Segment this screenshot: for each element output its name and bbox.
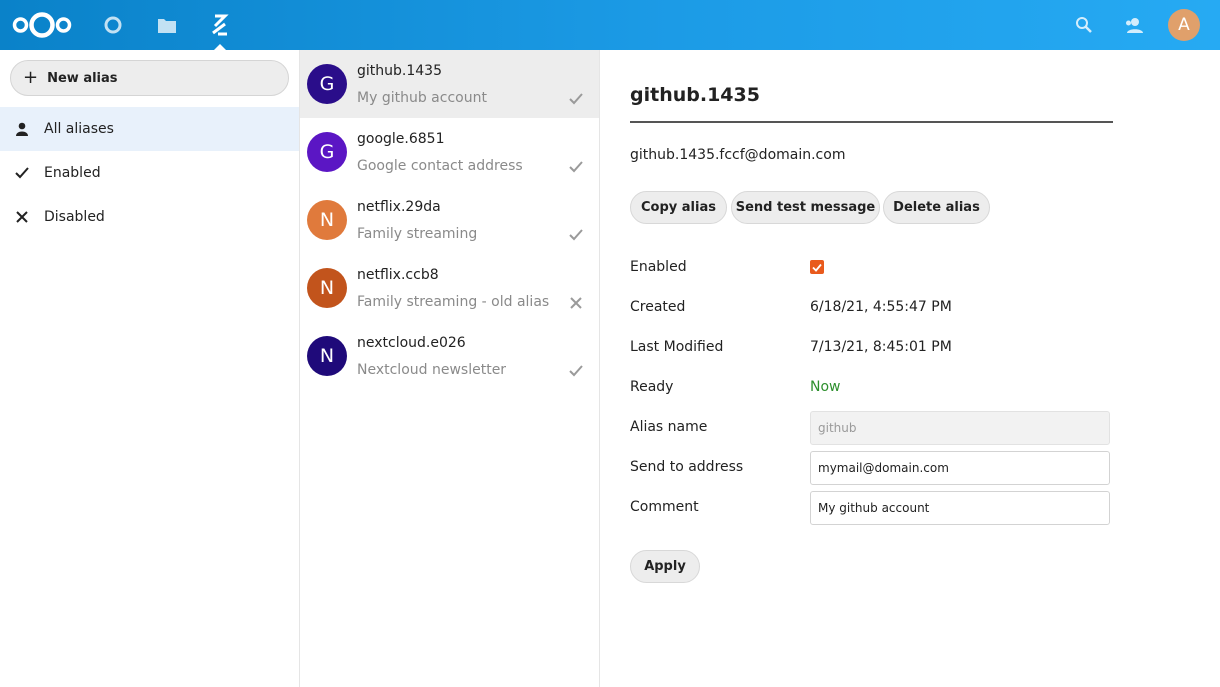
list-item[interactable]: N nextcloud.e026 Nextcloud newsletter	[300, 322, 599, 390]
send-test-message-button[interactable]: Send test message	[731, 191, 880, 224]
copy-alias-button[interactable]: Copy alias	[630, 191, 727, 224]
send-to-field[interactable]	[810, 451, 1110, 485]
check-icon	[0, 167, 44, 179]
alias-comment: My github account	[357, 90, 487, 106]
user-avatar[interactable]: A	[1168, 9, 1200, 41]
comment-field[interactable]	[810, 491, 1110, 525]
enabled-label: Enabled	[630, 259, 687, 275]
last-modified-label: Last Modified	[630, 339, 724, 355]
title-divider	[630, 121, 1113, 123]
check-icon	[568, 91, 584, 107]
search-icon[interactable]	[1071, 12, 1097, 38]
plus-icon: +	[23, 67, 39, 88]
avatar: N	[307, 336, 347, 376]
list-item[interactable]: N netflix.ccb8 Family streaming - old al…	[300, 254, 599, 322]
dashboard-icon[interactable]	[100, 12, 126, 38]
sidebar-item-all-aliases[interactable]: All aliases	[0, 107, 299, 151]
sidebar-item-label: Disabled	[44, 209, 105, 225]
app-header: A	[0, 0, 1220, 50]
check-icon	[568, 227, 584, 243]
check-icon	[568, 363, 584, 379]
avatar: G	[307, 132, 347, 172]
alias-name-label: Alias name	[630, 419, 708, 435]
alias-details: github.1435 github.1435.fccf@domain.com …	[600, 50, 1220, 687]
alias-name: github.1435	[357, 63, 442, 79]
aliases-app-icon[interactable]	[207, 12, 233, 38]
sidebar-item-label: Enabled	[44, 165, 101, 181]
apply-button[interactable]: Apply	[630, 550, 700, 583]
alias-comment: Family streaming - old alias	[357, 294, 550, 310]
sidebar-item-disabled[interactable]: Disabled	[0, 195, 299, 239]
user-icon	[0, 122, 44, 136]
alias-name: netflix.ccb8	[357, 267, 439, 283]
sidebar-item-label: All aliases	[44, 121, 114, 137]
delete-alias-button[interactable]: Delete alias	[883, 191, 990, 224]
new-alias-label: New alias	[47, 70, 118, 86]
created-value: 6/18/21, 4:55:47 PM	[810, 299, 952, 315]
nextcloud-logo-icon[interactable]	[11, 10, 73, 40]
alias-comment: Nextcloud newsletter	[357, 362, 507, 378]
app-navigation: + New alias All aliases Enabled Disabled	[0, 50, 300, 687]
enabled-checkbox[interactable]	[810, 260, 824, 274]
alias-email: github.1435.fccf@domain.com	[630, 147, 846, 163]
alias-name: google.6851	[357, 131, 445, 147]
page-title: github.1435	[630, 84, 760, 106]
alias-comment: Google contact address	[357, 158, 523, 174]
created-label: Created	[630, 299, 686, 315]
last-modified-value: 7/13/21, 8:45:01 PM	[810, 339, 952, 355]
avatar: N	[307, 268, 347, 308]
sidebar-item-enabled[interactable]: Enabled	[0, 151, 299, 195]
check-icon	[568, 159, 584, 175]
contacts-icon[interactable]	[1121, 12, 1147, 38]
list-item[interactable]: G google.6851 Google contact address	[300, 118, 599, 186]
avatar: G	[307, 64, 347, 104]
files-icon[interactable]	[154, 12, 180, 38]
close-icon	[0, 211, 44, 223]
send-to-label: Send to address	[630, 459, 744, 475]
avatar: N	[307, 200, 347, 240]
check-icon	[812, 263, 822, 272]
list-item[interactable]: N netflix.29da Family streaming	[300, 186, 599, 254]
comment-label: Comment	[630, 499, 699, 515]
alias-comment: Family streaming	[357, 226, 478, 242]
close-icon	[568, 295, 584, 311]
alias-name-field	[810, 411, 1110, 445]
ready-label: Ready	[630, 379, 674, 395]
alias-name: nextcloud.e026	[357, 335, 466, 351]
new-alias-button[interactable]: + New alias	[10, 60, 289, 96]
alias-name: netflix.29da	[357, 199, 441, 215]
ready-value: Now	[810, 379, 841, 395]
list-item[interactable]: G github.1435 My github account	[300, 50, 599, 118]
alias-list: G github.1435 My github account G google…	[300, 50, 600, 687]
